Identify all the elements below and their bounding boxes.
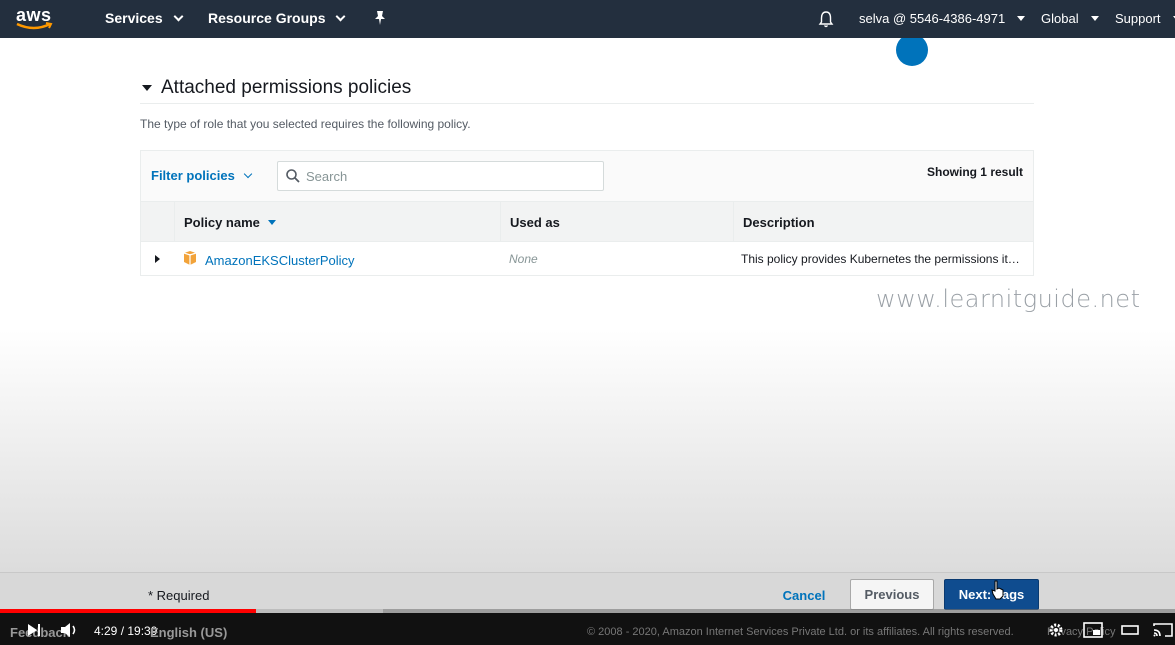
next-video-icon[interactable]: [38, 624, 40, 636]
column-header-description: Description: [733, 201, 1033, 242]
section-header[interactable]: Attached permissions policies: [142, 77, 411, 99]
play-icon[interactable]: [28, 624, 37, 636]
settings-icon[interactable]: [1048, 622, 1064, 638]
column-label: Used as: [510, 215, 560, 230]
mouse-cursor-icon: [991, 580, 1004, 600]
resource-groups-menu[interactable]: Resource Groups: [208, 10, 346, 26]
result-count: Showing 1 result: [926, 165, 1023, 179]
account-label: selva @ 5546-4386-4971: [859, 11, 1006, 26]
policy-name-link[interactable]: AmazonEKSClusterPolicy: [205, 253, 355, 268]
column-label: Description: [743, 215, 815, 230]
background-fade: [0, 330, 1175, 572]
bell-icon[interactable]: [818, 10, 834, 28]
table-row: AmazonEKSClusterPolicy None This policy …: [141, 242, 1033, 276]
volume-icon[interactable]: [60, 622, 80, 638]
cancel-button[interactable]: Cancel: [768, 581, 840, 609]
copyright-text: © 2008 - 2020, Amazon Internet Services …: [587, 626, 1014, 638]
support-label: Support: [1115, 11, 1161, 26]
aws-logo[interactable]: aws: [14, 4, 58, 34]
caret-down-icon: [1090, 16, 1099, 21]
chevron-down-icon: [336, 11, 346, 21]
section-description: The type of role that you selected requi…: [140, 117, 471, 131]
expand-row-icon[interactable]: [155, 255, 160, 263]
search-input[interactable]: [306, 168, 586, 184]
caret-down-icon: [1017, 16, 1026, 21]
search-icon: [286, 169, 300, 183]
region-menu[interactable]: Global: [1041, 11, 1099, 26]
required-note: * Required: [148, 588, 210, 603]
policies-table: Filter policies Showing 1 result Policy …: [140, 150, 1034, 276]
step-indicator: [896, 38, 928, 66]
policy-cube-icon: [183, 251, 197, 265]
language-label: English (US): [150, 625, 228, 640]
account-menu[interactable]: selva @ 5546-4386-4971: [859, 11, 1026, 26]
column-label: Policy name: [184, 215, 260, 230]
video-player-controls: Feedback 4:29 / 19:39 English (US) © 200…: [0, 613, 1175, 645]
chevron-down-icon: [173, 11, 184, 21]
theater-mode-icon[interactable]: [1121, 622, 1139, 638]
watermark: www.learnitguide.net: [876, 285, 1141, 313]
services-menu[interactable]: Services: [105, 10, 184, 26]
filter-policies-dropdown[interactable]: Filter policies: [151, 168, 253, 183]
table-toolbar: Filter policies Showing 1 result: [141, 151, 1033, 201]
chevron-down-icon: [243, 169, 253, 178]
column-header-policy-name[interactable]: Policy name: [174, 201, 500, 242]
used-as-value: None: [509, 252, 538, 266]
previous-button[interactable]: Previous: [850, 579, 934, 610]
column-header-used-as: Used as: [500, 201, 733, 242]
policy-description: This policy provides Kubernetes the perm…: [741, 252, 1023, 266]
support-menu[interactable]: Support: [1115, 11, 1175, 26]
region-label: Global: [1041, 11, 1079, 26]
pin-icon[interactable]: [372, 10, 388, 26]
collapse-icon: [142, 85, 152, 91]
resource-groups-label: Resource Groups: [208, 10, 326, 26]
sort-desc-icon: [267, 220, 276, 225]
divider: [140, 103, 1034, 104]
cast-icon[interactable]: [1153, 622, 1173, 638]
services-label: Services: [105, 10, 163, 26]
miniplayer-icon[interactable]: [1083, 622, 1103, 638]
search-box[interactable]: [277, 161, 604, 191]
expand-column-header: [141, 201, 174, 242]
filter-label: Filter policies: [151, 168, 235, 183]
section-title: Attached permissions policies: [161, 77, 412, 98]
video-time: 4:29 / 19:39: [94, 624, 158, 638]
top-nav: aws Services Resource Groups selva @ 554…: [0, 0, 1175, 38]
